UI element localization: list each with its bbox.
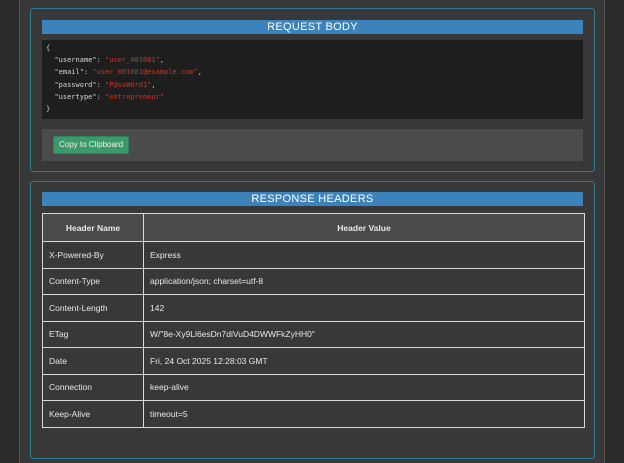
header-name-cell: X-Powered-By: [42, 241, 144, 269]
code-key: "password":: [54, 80, 106, 89]
column-header-value: Header Value: [143, 213, 585, 242]
table-row: Content-Length 142: [42, 294, 585, 322]
table-row: ETag W/"8e-Xy9Ll6esDn7diVuD4DWWFkZyHH0": [42, 320, 585, 348]
header-value-cell: Fri, 24 Oct 2025 12:28:03 GMT: [143, 347, 585, 375]
header-name-cell: Content-Type: [42, 267, 144, 295]
header-value-cell: keep-alive: [143, 373, 585, 401]
code-open-brace: {: [46, 44, 51, 52]
header-name-cell: Connection: [42, 373, 144, 401]
header-value-cell: W/"8e-Xy9Ll6esDn7diVuD4DWWFkZyHH0": [143, 320, 585, 348]
request-body-code: { "username": "user_001001", "email": "u…: [42, 40, 583, 119]
table-row: X-Powered-By Express: [42, 241, 585, 269]
header-name-cell: Content-Length: [42, 294, 144, 322]
code-close-brace: }: [46, 105, 51, 114]
header-name-cell: ETag: [42, 320, 144, 348]
code-key: "email":: [54, 68, 93, 77]
table-row: Connection keep-alive: [42, 373, 585, 401]
column-header-name: Header Name: [42, 213, 144, 242]
request-body-panel: REQUEST BODY { "username": "user_001001"…: [30, 8, 595, 172]
request-body-title: REQUEST BODY: [42, 20, 583, 34]
copy-toolbar: Copy to Clipboard: [42, 129, 583, 161]
code-comma: ,: [151, 80, 156, 89]
header-name-cell: Keep-Alive: [42, 400, 144, 428]
table-row: Content-Type application/json; charset=u…: [42, 267, 585, 295]
header-value-cell: application/json; charset=utf-8: [143, 267, 585, 295]
code-value: "user_001001@example.com": [92, 68, 198, 77]
table-row: Keep-Alive timeout=5: [42, 400, 585, 428]
code-value: "user_001001": [105, 56, 160, 65]
response-headers-table: Header Name Header Value X-Powered-By Ex…: [42, 213, 585, 428]
code-value: "entrepreneur": [105, 92, 165, 101]
header-name-cell: Date: [42, 347, 144, 375]
header-value-cell: Express: [143, 241, 585, 269]
code-value: "P@ssW0rd1": [105, 80, 152, 89]
table-row: Date Fri, 24 Oct 2025 12:28:03 GMT: [42, 347, 585, 375]
code-comma: ,: [197, 68, 202, 77]
copy-to-clipboard-button[interactable]: Copy to Clipboard: [53, 136, 130, 154]
table-header-row: Header Name Header Value: [42, 213, 585, 242]
response-headers-panel: RESPONSE HEADERS Header Name Header Valu…: [30, 181, 595, 459]
code-comma: ,: [159, 56, 165, 65]
header-value-cell: 142: [143, 294, 585, 322]
response-headers-title: RESPONSE HEADERS: [42, 192, 583, 206]
header-value-cell: timeout=5: [143, 400, 585, 428]
code-key: "usertype":: [54, 92, 106, 101]
code-key: "username":: [54, 56, 106, 65]
